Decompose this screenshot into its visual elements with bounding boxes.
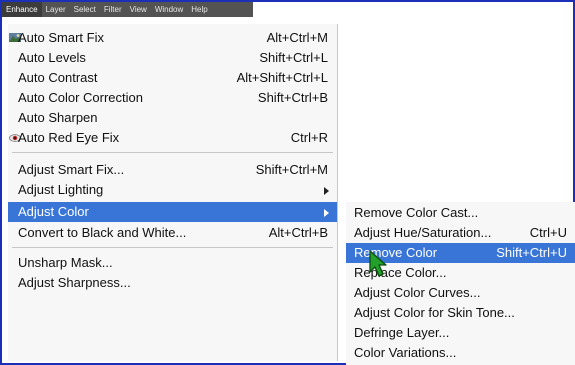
menu-item-label: Adjust Lighting	[18, 182, 104, 197]
menu-item-label: Auto Smart Fix	[18, 30, 104, 45]
submenu-arrow-icon	[324, 209, 329, 217]
submenu-item-label: Remove Color	[354, 245, 438, 260]
submenu-item-label: Remove Color Cast...	[354, 205, 479, 220]
menu-item-label: Auto Color Correction	[18, 90, 143, 105]
menu-item-auto-levels[interactable]: Auto Levels Shift+Ctrl+L	[8, 48, 337, 68]
menu-item-label: Convert to Black and White...	[18, 225, 187, 240]
menu-window[interactable]: Window	[151, 2, 187, 17]
submenu-arrow-icon	[324, 187, 329, 195]
menu-enhance[interactable]: Enhance	[2, 2, 42, 17]
menu-item-label: Adjust Sharpness...	[18, 275, 131, 290]
menu-item-label: Auto Contrast	[18, 70, 98, 85]
menu-item-shortcut: Shift+Ctrl+L	[259, 50, 328, 65]
menu-item-label: Adjust Color	[18, 204, 89, 219]
adjust-color-submenu: Remove Color Cast... Adjust Hue/Saturati…	[346, 202, 575, 365]
menu-item-label: Adjust Smart Fix...	[18, 162, 125, 177]
menu-item-shortcut: Alt+Ctrl+B	[268, 225, 328, 240]
menu-item-adjust-smart-fix[interactable]: Adjust Smart Fix... Shift+Ctrl+M	[8, 160, 337, 180]
submenu-item-label: Adjust Hue/Saturation...	[354, 225, 492, 240]
menu-layer[interactable]: Layer	[42, 2, 70, 17]
menu-bar: Enhance Layer Select Filter View Window …	[2, 2, 253, 17]
menu-view[interactable]: View	[126, 2, 151, 17]
menu-separator	[12, 152, 333, 153]
submenu-item-label: Adjust Color Curves...	[354, 285, 481, 300]
menu-item-shortcut: Alt+Shift+Ctrl+L	[236, 70, 328, 85]
menu-item-label: Auto Sharpen	[18, 110, 98, 125]
menu-item-auto-red-eye-fix[interactable]: Auto Red Eye Fix Ctrl+R	[8, 128, 337, 148]
submenu-item-defringe-layer[interactable]: Defringe Layer...	[346, 323, 575, 343]
menu-item-adjust-color[interactable]: Adjust Color	[8, 202, 337, 222]
menu-item-convert-to-black-and-white[interactable]: Convert to Black and White... Alt+Ctrl+B	[8, 223, 337, 243]
submenu-item-remove-color-cast[interactable]: Remove Color Cast...	[346, 203, 575, 223]
submenu-item-label: Defringe Layer...	[354, 325, 450, 340]
submenu-item-shortcut: Shift+Ctrl+U	[496, 245, 567, 260]
menu-item-auto-contrast[interactable]: Auto Contrast Alt+Shift+Ctrl+L	[8, 68, 337, 88]
submenu-item-shortcut: Ctrl+U	[529, 225, 567, 240]
submenu-item-label: Color Variations...	[354, 345, 457, 360]
menu-item-unsharp-mask[interactable]: Unsharp Mask...	[8, 253, 337, 273]
menu-separator	[12, 247, 333, 248]
menu-item-shortcut: Alt+Ctrl+M	[266, 30, 328, 45]
enhance-menu: Auto Smart Fix Alt+Ctrl+M Auto Levels Sh…	[8, 24, 338, 361]
menu-item-auto-color-correction[interactable]: Auto Color Correction Shift+Ctrl+B	[8, 88, 337, 108]
menu-item-label: Auto Red Eye Fix	[18, 130, 120, 145]
menu-item-adjust-lighting[interactable]: Adjust Lighting	[8, 180, 337, 200]
submenu-item-label: Adjust Color for Skin Tone...	[354, 305, 515, 320]
menu-item-auto-smart-fix[interactable]: Auto Smart Fix Alt+Ctrl+M	[8, 28, 337, 48]
submenu-item-adjust-color-for-skin-tone[interactable]: Adjust Color for Skin Tone...	[346, 303, 575, 323]
menu-item-adjust-sharpness[interactable]: Adjust Sharpness...	[8, 273, 337, 293]
menu-select[interactable]: Select	[70, 2, 100, 17]
menu-help[interactable]: Help	[187, 2, 211, 17]
mouse-pointer-icon	[369, 250, 387, 277]
menu-item-shortcut: Shift+Ctrl+B	[257, 90, 328, 105]
menu-item-shortcut: Ctrl+R	[290, 130, 328, 145]
menu-filter[interactable]: Filter	[100, 2, 126, 17]
submenu-item-adjust-hue-saturation[interactable]: Adjust Hue/Saturation... Ctrl+U	[346, 223, 575, 243]
submenu-item-color-variations[interactable]: Color Variations...	[346, 343, 575, 363]
submenu-item-adjust-color-curves[interactable]: Adjust Color Curves...	[346, 283, 575, 303]
menu-item-auto-sharpen[interactable]: Auto Sharpen	[8, 108, 337, 128]
menu-item-label: Auto Levels	[18, 50, 86, 65]
menu-item-label: Unsharp Mask...	[18, 255, 113, 270]
menu-item-shortcut: Shift+Ctrl+M	[255, 162, 328, 177]
